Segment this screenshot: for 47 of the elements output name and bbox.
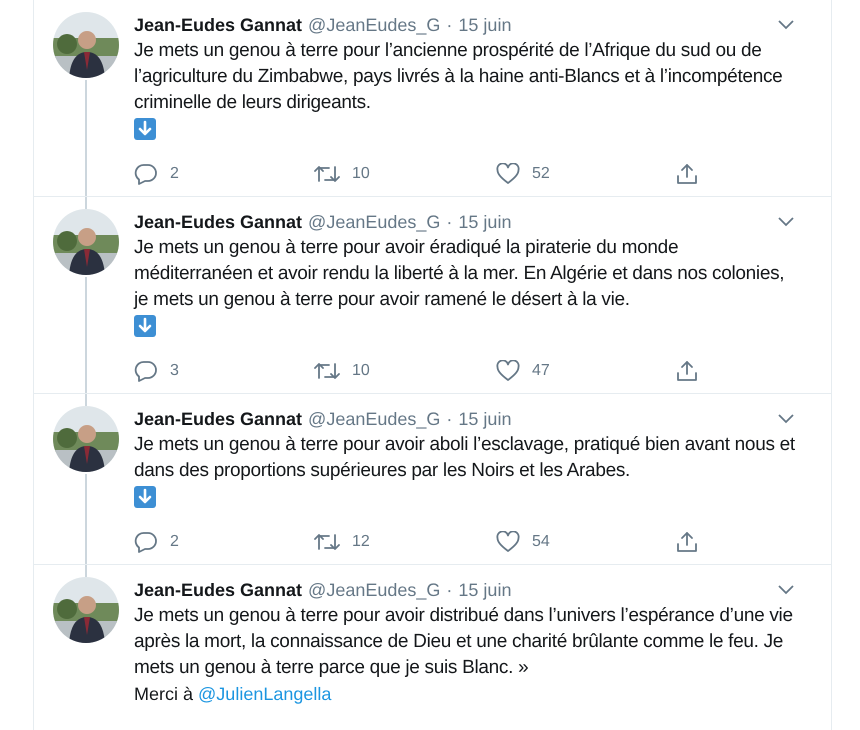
heart-icon[interactable] bbox=[496, 163, 520, 185]
chevron-icon[interactable] bbox=[778, 414, 794, 424]
chevron-icon[interactable] bbox=[778, 585, 794, 595]
separator-dot: · bbox=[446, 14, 452, 37]
tweet-date[interactable]: 15 juin bbox=[458, 13, 512, 37]
tweet-date[interactable]: 15 juin bbox=[458, 407, 512, 431]
separator-dot: · bbox=[446, 211, 452, 234]
retweet-icon[interactable] bbox=[314, 361, 340, 381]
retweet-count: 10 bbox=[352, 361, 370, 381]
reply-icon[interactable] bbox=[134, 360, 158, 382]
tweet-text: Je mets un genou à terre pour avoir éradiqué la piraterie du monde méditerranéen et avoir rendu la liberté à la mer. En Algérie et dans nos colonies, je mets un genou à terre pour avoir ramené le désert à la vie. bbox=[134, 236, 786, 312]
reply-icon[interactable] bbox=[134, 531, 158, 553]
like-count: 54 bbox=[532, 532, 550, 552]
tweet-date[interactable]: 15 juin bbox=[458, 210, 512, 234]
heart-icon[interactable] bbox=[496, 360, 520, 382]
thanks-text: Merci à bbox=[134, 684, 194, 704]
author-handle[interactable]: @JeanEudes_G bbox=[308, 578, 440, 602]
tweet-text: Je mets un genou à terre pour avoir distribué dans l’univers l’espérance d’une vie après la mort, la connaissance de Dieu et une charité brûlante comme le feu. Je mets un genou à terre parce que je suis Blanc. » bbox=[134, 604, 794, 680]
tweet-date[interactable]: 15 juin bbox=[458, 578, 512, 602]
author-handle[interactable]: @JeanEudes_G bbox=[308, 13, 440, 37]
like-count: 52 bbox=[532, 164, 550, 184]
tweet-text: Je mets un genou à terre pour avoir aboli l’esclavage, pratiqué bien avant nous et dans des proportions supérieures par les Noirs et les Arabes. bbox=[134, 433, 796, 483]
separator-dot: · bbox=[446, 579, 452, 602]
chevron-icon[interactable] bbox=[778, 20, 794, 30]
retweet-icon[interactable] bbox=[314, 164, 340, 184]
reply-count: 2 bbox=[170, 164, 179, 184]
author-handle[interactable]: @JeanEudes_G bbox=[308, 210, 440, 234]
retweet-count: 12 bbox=[352, 532, 370, 552]
author-name[interactable]: Jean-Eudes Gannat bbox=[134, 210, 302, 234]
retweet-count: 10 bbox=[352, 164, 370, 184]
author-name[interactable]: Jean-Eudes Gannat bbox=[134, 407, 302, 431]
separator-dot: · bbox=[446, 408, 452, 431]
author-name[interactable]: Jean-Eudes Gannat bbox=[134, 578, 302, 602]
reply-icon[interactable] bbox=[134, 163, 158, 185]
retweet-icon[interactable] bbox=[314, 532, 340, 552]
share-icon[interactable] bbox=[676, 531, 698, 553]
share-icon[interactable] bbox=[676, 163, 698, 185]
share-icon[interactable] bbox=[676, 360, 698, 382]
like-count: 47 bbox=[532, 361, 550, 381]
author-handle[interactable]: @JeanEudes_G bbox=[308, 407, 440, 431]
mention-link[interactable]: @JulienLangella bbox=[198, 684, 332, 704]
reply-count: 2 bbox=[170, 532, 179, 552]
reply-count: 3 bbox=[170, 361, 179, 381]
chevron-icon[interactable] bbox=[778, 217, 794, 227]
heart-icon[interactable] bbox=[496, 531, 520, 553]
tweet-text: Je mets un genou à terre pour l’ancienne prospérité de l’Afrique du sud ou de l’agriculture du Zimbabwe, pays livrés à la haine anti-Blancs et à l’incompétence criminelle de leurs dirigeants. bbox=[134, 39, 784, 115]
author-name[interactable]: Jean-Eudes Gannat bbox=[134, 13, 302, 37]
